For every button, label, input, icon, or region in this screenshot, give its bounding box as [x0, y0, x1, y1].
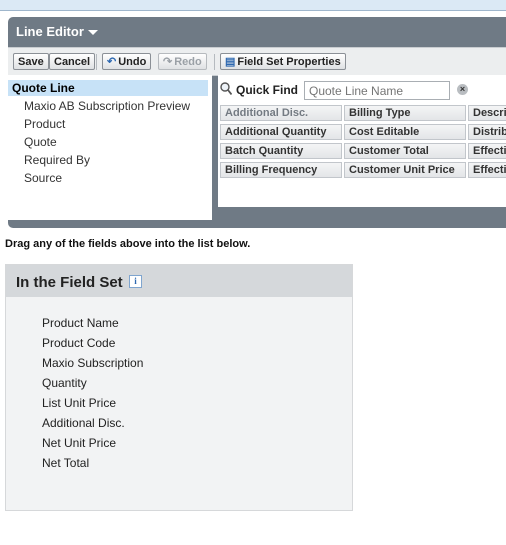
field-item[interactable]: Additional Quantity [220, 124, 342, 140]
toolbar-divider [96, 54, 97, 70]
field-set-item[interactable]: Maxio Subscription [42, 356, 143, 370]
field-item[interactable]: Cost Editable [344, 124, 466, 140]
field-set-title: In the Field Set [16, 274, 123, 291]
quick-find-label: Quick Find [236, 83, 299, 97]
field-set-properties-label: Field Set Properties [237, 56, 341, 68]
field-set-item[interactable]: Additional Disc. [42, 416, 125, 430]
object-list-item[interactable]: Source [24, 171, 62, 185]
field-item[interactable]: Distribu [468, 124, 506, 140]
clear-search-icon[interactable]: × [457, 84, 468, 95]
quick-find-input[interactable] [304, 81, 450, 100]
object-list-selected[interactable]: Quote Line [8, 80, 208, 96]
field-set-item[interactable]: Net Total [42, 456, 89, 470]
save-button[interactable]: Save [13, 53, 49, 70]
field-set-item[interactable]: Product Name [42, 316, 119, 330]
field-item[interactable]: Effectiv [468, 143, 506, 159]
object-list-item[interactable]: Quote [24, 135, 57, 149]
object-list-selected-label: Quote Line [12, 81, 75, 95]
top-strip [0, 0, 506, 11]
fields-pane: Quick Find × Additional Disc. Billing Ty… [218, 75, 506, 207]
field-set-properties-button[interactable]: ▤ Field Set Properties [220, 53, 346, 70]
search-icon [220, 82, 232, 96]
field-item[interactable]: Effectiv [468, 162, 506, 178]
field-item[interactable]: Descrip [468, 105, 506, 121]
field-item[interactable]: Billing Frequency [220, 162, 342, 178]
object-list-item[interactable]: Maxio AB Subscription Preview [24, 99, 190, 113]
editor-toolbar: Save Cancel ↶ Undo ↷ Redo ▤ Field Set Prope… [8, 47, 506, 76]
object-list-item[interactable]: Product [24, 117, 65, 131]
cancel-button[interactable]: Cancel [49, 53, 96, 70]
undo-label: Undo [118, 56, 147, 68]
redo-icon: ↷ [163, 56, 173, 68]
field-item[interactable]: Customer Total [344, 143, 466, 159]
properties-icon: ▤ [225, 56, 236, 68]
undo-button[interactable]: ↶ Undo [102, 53, 152, 70]
toolbar-divider [214, 54, 215, 70]
info-icon[interactable]: i [129, 275, 142, 288]
line-editor-title: Line Editor [16, 24, 84, 39]
undo-icon: ↶ [107, 56, 117, 68]
line-editor-menu[interactable]: Line Editor [16, 24, 98, 39]
field-set-item[interactable]: List Unit Price [42, 396, 116, 410]
field-set-header: In the Field Set i [6, 265, 352, 297]
drag-instructions: Drag any of the fields above into the li… [5, 238, 251, 250]
redo-label: Redo [174, 56, 202, 68]
object-list-item[interactable]: Required By [24, 153, 90, 167]
field-item[interactable]: Batch Quantity [220, 143, 342, 159]
redo-button[interactable]: ↷ Redo [158, 53, 207, 70]
field-item[interactable]: Additional Disc. [220, 105, 342, 121]
field-item[interactable]: Customer Unit Price [344, 162, 466, 178]
line-editor-panel: Line Editor Save Cancel ↶ Undo ↷ Redo ▤ Fie… [8, 17, 506, 228]
field-set-item[interactable]: Net Unit Price [42, 436, 116, 450]
field-set-list: In the Field Set i Product Name Product … [5, 264, 353, 511]
chevron-down-icon [87, 30, 98, 36]
field-set-item[interactable]: Product Code [42, 336, 115, 350]
object-list: Quote Line Maxio AB Subscription Preview… [8, 75, 212, 220]
field-item[interactable]: Billing Type [344, 105, 466, 121]
field-set-item[interactable]: Quantity [42, 376, 87, 390]
